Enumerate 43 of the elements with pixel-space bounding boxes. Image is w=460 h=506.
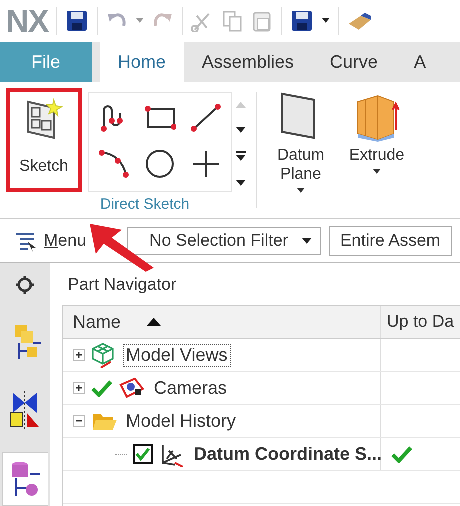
tree-item-label[interactable]: Cameras [151,376,230,400]
panel-title: Part Navigator [68,275,178,295]
ribbon-tab[interactable]: Assemblies [184,42,312,82]
rectangle-icon[interactable] [144,103,176,133]
dropdown-arrow-icon[interactable] [322,18,330,24]
nx-logo: NX [6,2,48,40]
constraint-icon [9,391,41,430]
save-icon[interactable] [65,9,90,33]
sketch-plane-icon [24,98,64,140]
caret-icon [302,238,312,244]
tree-item-label[interactable]: Datum Coordinate S... [191,442,386,466]
expand-icon[interactable] [73,382,85,394]
column-header[interactable]: Up to Da [387,312,454,332]
caret-icon [373,169,381,174]
camera-icon [119,375,145,401]
save-as-icon[interactable] [290,9,314,33]
collapse-icon[interactable] [73,415,85,427]
expand-icon[interactable] [73,349,85,361]
settings-icon[interactable] [15,275,35,295]
checked-checkbox[interactable] [133,444,153,464]
more-icon[interactable] [236,151,246,162]
group-dropdown-icon[interactable] [236,180,246,186]
tree-item-label[interactable]: Model History [123,410,240,432]
circle-icon[interactable] [144,149,176,179]
scroll-down-icon[interactable] [236,126,246,133]
sort-ascending-icon [147,318,162,326]
caret-icon [297,188,305,193]
eraser-icon[interactable] [347,10,374,32]
selection-filter-dropdown[interactable]: No Selection Filter [126,226,322,254]
sketch-button[interactable]: Sketch [6,88,82,192]
cube-wireframe-icon [91,342,117,368]
selection-scope-dropdown[interactable]: Entire Assem [329,226,452,256]
line-icon[interactable] [190,103,222,133]
tree-item-label[interactable]: Model Views [123,344,231,366]
resource-tab[interactable] [2,452,48,506]
ribbon-tab[interactable]: Home [100,42,184,82]
ribbon-tab[interactable]: A [396,42,444,82]
ribbon-tab[interactable]: Curve [312,42,396,82]
point-icon[interactable] [190,149,222,179]
group-label: Direct Sketch [100,196,190,213]
part-tree-icon [10,460,42,498]
column-header[interactable]: Name [73,312,162,332]
arc-icon[interactable] [98,149,130,179]
